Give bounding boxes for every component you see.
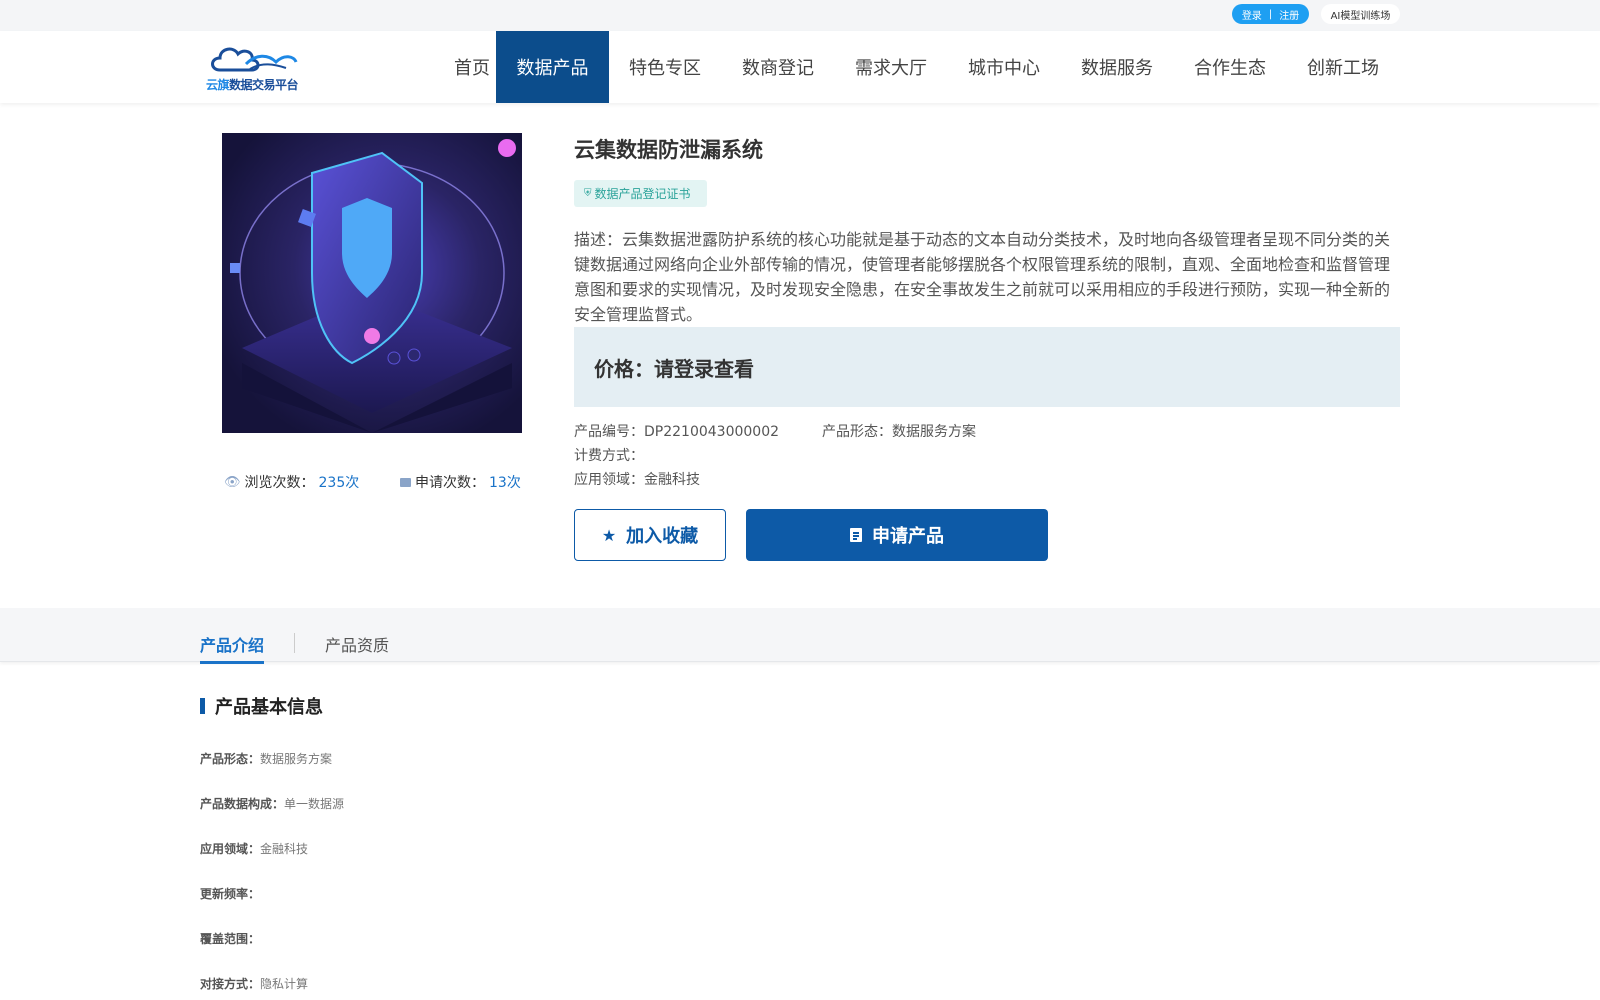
site-logo[interactable]: 云旗数据交易平台 <box>206 42 302 94</box>
shield-illustration-icon <box>230 139 516 433</box>
tab-divider <box>294 633 295 653</box>
cloud-logo-icon <box>211 47 298 72</box>
logo-text: 云旗数据交易平台 <box>206 76 299 93</box>
product-code-label: 产品编号： <box>574 424 644 440</box>
nav-item-data-products[interactable]: 数据产品 <box>496 31 609 103</box>
price-box: 价格：请登录查看 <box>574 327 1400 407</box>
nav-item-featured-zone[interactable]: 特色专区 <box>617 31 713 103</box>
info-value: 金融科技 <box>260 842 309 856</box>
eye-icon: 👁 <box>224 474 241 490</box>
product-title: 云集数据防泄漏系统 <box>574 138 763 162</box>
basic-info-title: 产品基本信息 <box>215 697 323 718</box>
auth-pill: 登录 | 注册 <box>1232 4 1309 24</box>
main-navbar: 云旗数据交易平台 首页 数据产品 特色专区 数商登记 需求大厅 城市中心 数据服… <box>0 31 1600 103</box>
product-image <box>222 133 522 433</box>
info-label: 覆盖范围： <box>200 932 261 946</box>
info-label: 产品数据构成： <box>200 797 285 811</box>
document-icon <box>850 528 862 542</box>
info-label: 产品形态： <box>200 752 261 766</box>
billing-method-label: 计费方式： <box>574 448 644 464</box>
nav-item-demand-hall[interactable]: 需求大厅 <box>843 31 939 103</box>
register-link[interactable]: 注册 <box>1279 7 1299 22</box>
billing-method: 计费方式： <box>574 445 644 465</box>
apply-product-button[interactable]: 申请产品 <box>746 509 1048 561</box>
nav-item-partner-ecosystem[interactable]: 合作生态 <box>1182 31 1278 103</box>
info-row-integration-method: 对接方式：隐私计算 <box>200 975 308 992</box>
apply-product-label: 申请产品 <box>872 526 944 547</box>
heading-accent-bar <box>200 698 205 714</box>
product-form-label: 产品形态： <box>822 424 892 440</box>
info-label: 对接方式： <box>200 977 261 991</box>
price-text: 价格：请登录查看 <box>594 356 754 381</box>
product-form-value: 数据服务方案 <box>892 424 976 440</box>
product-code: 产品编号：DP2210043000002 <box>574 421 779 441</box>
tab-product-qualification[interactable]: 产品资质 <box>325 632 389 661</box>
info-row-data-composition: 产品数据构成：单一数据源 <box>200 795 344 812</box>
tab-product-intro[interactable]: 产品介绍 <box>200 632 265 664</box>
info-row-application-domain: 应用领域：金融科技 <box>200 840 308 857</box>
registration-certificate-badge[interactable]: ⛨ 数据产品登记证书 <box>574 180 707 207</box>
basic-info-heading: 产品基本信息 <box>200 693 323 719</box>
shield-check-icon: ⛨ <box>584 188 592 199</box>
document-list-icon <box>400 477 411 487</box>
info-value: 单一数据源 <box>284 797 345 811</box>
info-row-update-frequency: 更新频率： <box>200 885 260 902</box>
product-description: 描述：云集数据泄露防护系统的核心功能就是基于动态的文本自动分类技术，及时地向各级… <box>574 230 1391 324</box>
auth-separator: | <box>1268 8 1273 20</box>
info-label: 应用领域： <box>200 842 261 856</box>
nav-item-data-services[interactable]: 数据服务 <box>1069 31 1165 103</box>
product-form: 产品形态：数据服务方案 <box>822 421 976 441</box>
nav-item-city-center[interactable]: 城市中心 <box>956 31 1052 103</box>
nav-item-innovation-workshop[interactable]: 创新工场 <box>1295 31 1391 103</box>
info-value: 隐私计算 <box>260 977 309 991</box>
logo-text-rest: 数据交易平台 <box>229 78 299 92</box>
application-domain: 应用领域：金融科技 <box>574 469 700 489</box>
info-row-coverage: 覆盖范围： <box>200 930 260 947</box>
view-count: 👁 浏览次数： 235次 <box>224 472 359 492</box>
detail-tabs: 产品介绍 产品资质 <box>0 608 1600 664</box>
registration-certificate-label: 数据产品登记证书 <box>594 187 691 201</box>
info-label: 更新频率： <box>200 887 261 901</box>
add-to-favorites-button[interactable]: ★ 加入收藏 <box>574 509 726 561</box>
star-icon: ★ <box>601 525 617 545</box>
info-value: 数据服务方案 <box>260 752 333 766</box>
top-utility-bar: 登录 | 注册 AI模型训练场 <box>0 0 1600 31</box>
login-link[interactable]: 登录 <box>1242 7 1262 22</box>
application-domain-label: 应用领域： <box>574 472 644 488</box>
view-count-value: 235次 <box>318 475 360 491</box>
product-code-value: DP2210043000002 <box>644 424 780 440</box>
apply-count-label: 申请次数： <box>415 475 485 491</box>
apply-count: 申请次数： 13次 <box>400 472 521 492</box>
add-to-favorites-label: 加入收藏 <box>626 526 699 547</box>
nav-item-merchant-registration[interactable]: 数商登记 <box>730 31 826 103</box>
logo-text-accent: 云旗 <box>206 78 230 92</box>
ai-training-link[interactable]: AI模型训练场 <box>1321 4 1400 24</box>
application-domain-value: 金融科技 <box>644 472 700 488</box>
view-count-label: 浏览次数： <box>244 475 315 491</box>
info-row-product-form: 产品形态：数据服务方案 <box>200 750 332 767</box>
apply-count-value: 13次 <box>489 475 521 491</box>
